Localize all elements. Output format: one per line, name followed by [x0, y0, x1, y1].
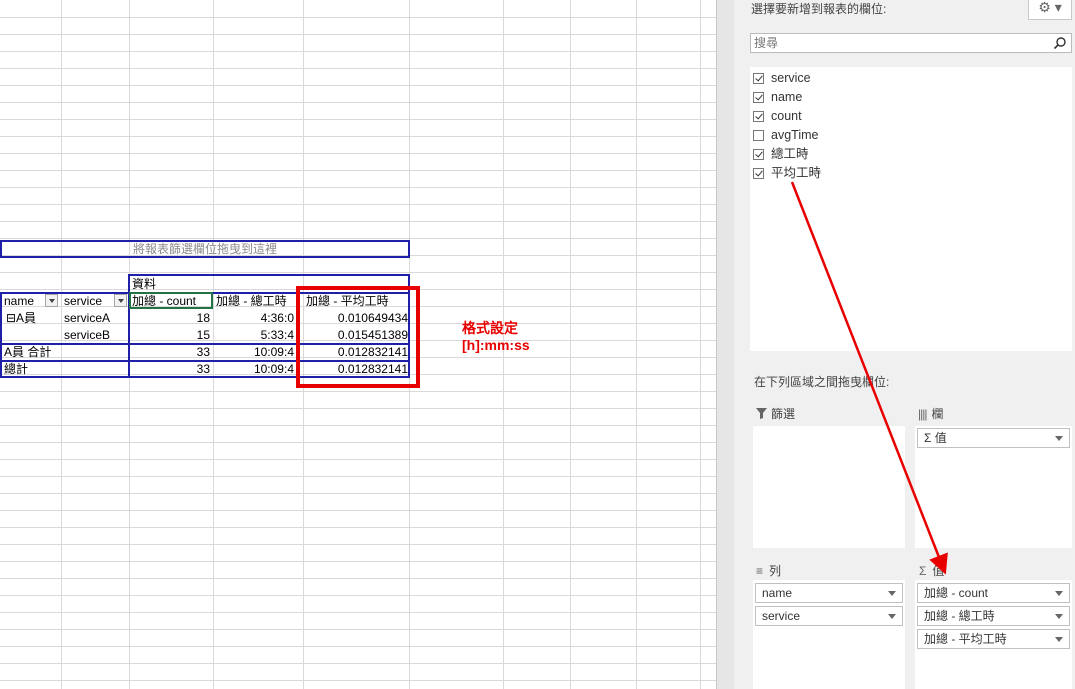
annotation-arrow [790, 181, 948, 575]
